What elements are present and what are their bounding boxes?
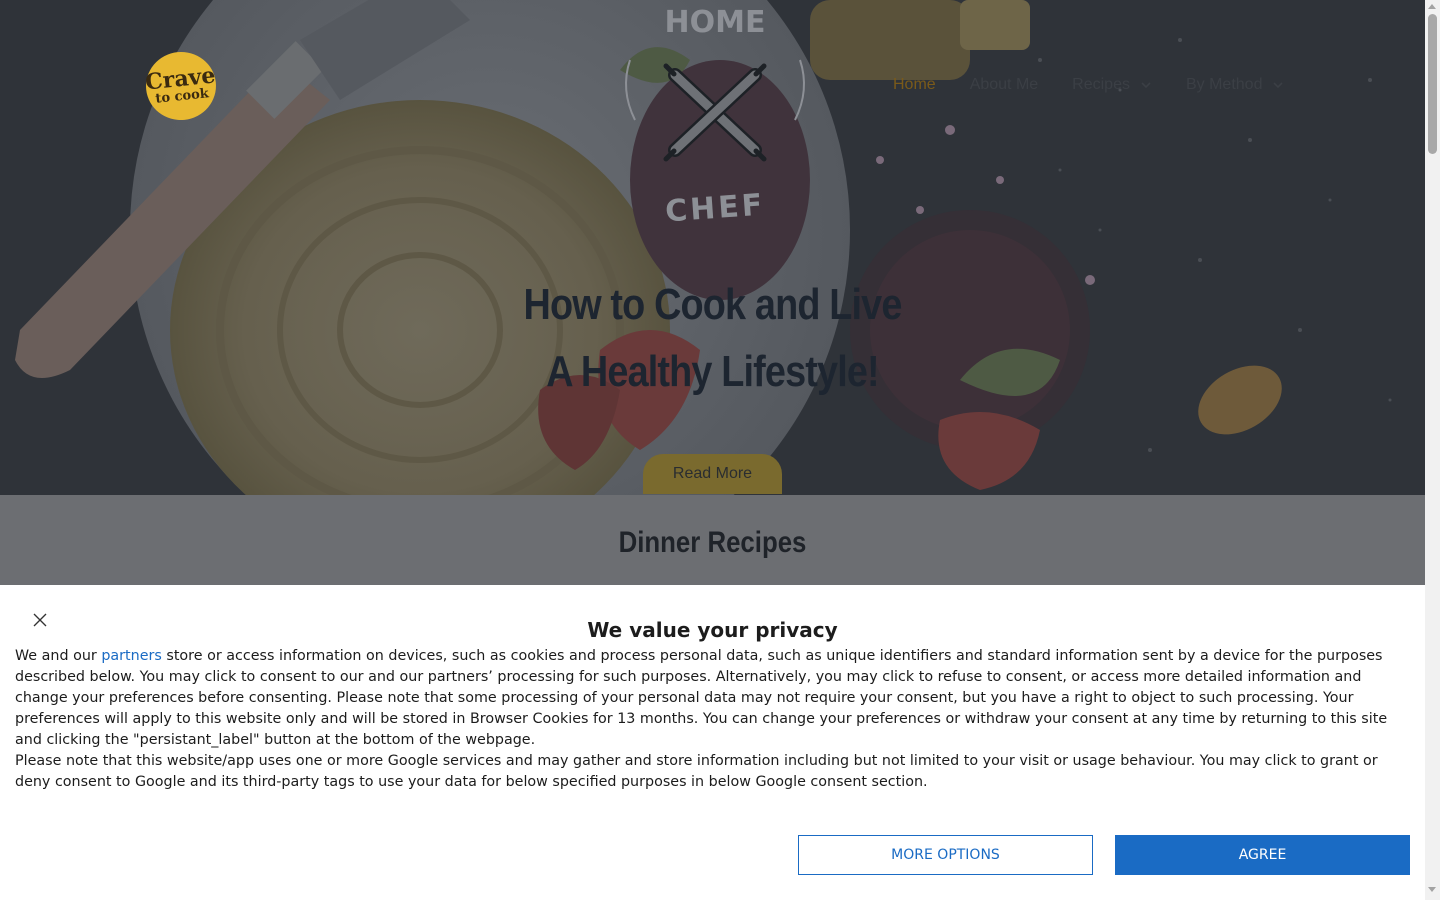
home-chef-emblem: HOME CHEF — [625, 5, 805, 230]
consent-paragraph-1: We and our partners store or access info… — [15, 648, 1388, 748]
more-options-button[interactable]: MORE OPTIONS — [798, 835, 1093, 875]
page-scrollbar[interactable] — [1425, 0, 1440, 900]
agree-button[interactable]: AGREE — [1115, 835, 1410, 875]
logo-line-2: to cook — [154, 86, 210, 107]
scroll-up-arrow-icon[interactable] — [1428, 4, 1436, 9]
hero-title-line-1: How to Cook and Live — [523, 280, 902, 329]
partners-link[interactable]: partners — [101, 648, 162, 664]
svg-text:CHEF: CHEF — [664, 188, 766, 230]
consent-paragraph-2: Please note that this website/app uses o… — [15, 753, 1378, 790]
main-navigation: Home About Me Recipes By Method — [893, 74, 1318, 96]
read-more-button[interactable]: Read More — [643, 454, 782, 494]
hero-section: Crave to cook HOME CHEF Home About Me Re… — [0, 0, 1425, 495]
nav-item-label: By Method — [1185, 76, 1263, 93]
nav-item-by-method[interactable]: By Method — [1186, 74, 1284, 96]
consent-title: We value your privacy — [587, 618, 838, 642]
chevron-down-icon — [1141, 82, 1151, 89]
nav-item-label: Recipes — [1072, 76, 1130, 93]
hero-title-line-2: A Healthy Lifestyle! — [546, 347, 879, 396]
section-title: Dinner Recipes — [618, 526, 807, 559]
crossed-rolling-pins-icon — [663, 63, 767, 162]
nav-item-home[interactable]: Home — [893, 74, 936, 96]
website-page: Crave to cook HOME CHEF Home About Me Re… — [0, 0, 1425, 900]
svg-text:HOME: HOME — [665, 5, 766, 40]
scrollbar-thumb[interactable] — [1428, 14, 1437, 154]
nav-item-about-me[interactable]: About Me — [970, 74, 1038, 96]
nav-item-recipes[interactable]: Recipes — [1072, 74, 1152, 96]
nav-item-label: About Me — [969, 76, 1039, 93]
scroll-down-arrow-icon[interactable] — [1428, 887, 1436, 892]
nav-item-label: Home — [893, 76, 936, 93]
consent-body: We and our partners store or access info… — [15, 646, 1410, 793]
chevron-down-icon — [1273, 82, 1284, 89]
